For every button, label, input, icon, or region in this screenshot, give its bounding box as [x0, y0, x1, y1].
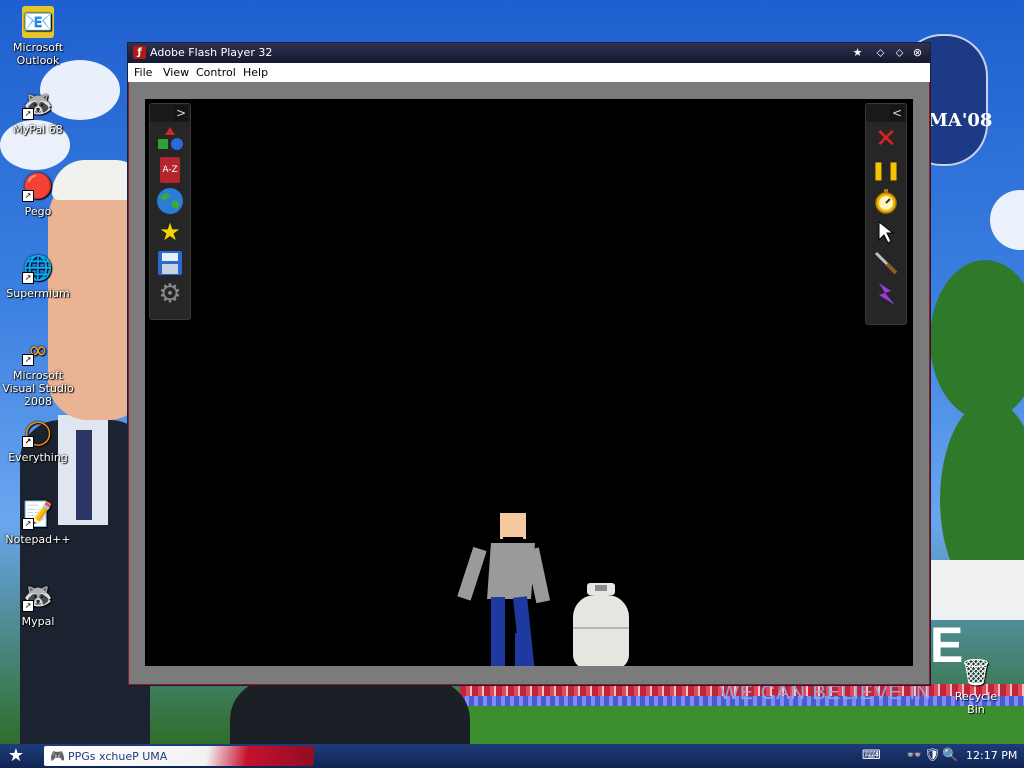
a-z-label: A-Z [160, 157, 180, 183]
menu-bar: File View Control Help [128, 63, 930, 82]
lightning-icon[interactable] [872, 280, 900, 308]
keyboard-icon[interactable]: ⌨ [862, 748, 881, 763]
raccoon-icon: 🦝 ↗ [22, 89, 53, 120]
right-toolbar-header: < [866, 104, 906, 122]
pin-button[interactable]: ★ [850, 45, 865, 60]
collapse-left-icon[interactable]: < [890, 105, 904, 121]
right-toolbar: < ✕ ❚❚ [865, 103, 907, 325]
notepadpp-icon: 📝 ↗ [22, 499, 53, 530]
ragdoll-left-leg [491, 597, 505, 666]
wallpaper-shadow [230, 680, 470, 744]
white-house [930, 560, 1024, 620]
pointer-icon[interactable] [872, 218, 900, 246]
desktop-icon-label: Notepad++ [5, 533, 71, 546]
flash-player-window: ƒ Adobe Flash Player 32 ★ ⬦ ⬦ ⊗ File Vie… [127, 42, 931, 686]
raccoon-icon: 🦝 ↗ [22, 581, 53, 612]
maximize-button[interactable]: ⬦ [892, 45, 907, 60]
desktop-icon-label: Pego [24, 205, 52, 218]
desktop-icon-label: Microsoft Visual Studio 2008 [2, 369, 74, 408]
desktop-icon-recycle-bin[interactable]: 🗑 Recycle Bin [946, 656, 1006, 716]
favorites-icon[interactable]: ★ [156, 218, 184, 246]
collapse-right-icon[interactable]: > [174, 105, 188, 121]
desktop-icon-pego[interactable]: 🔴 ↗ Pego [0, 170, 76, 218]
menu-view[interactable]: View [163, 66, 189, 79]
menu-file[interactable]: File [134, 66, 152, 79]
window-title: Adobe Flash Player 32 [150, 46, 273, 59]
delete-icon[interactable]: ✕ [872, 124, 900, 154]
taskbar: ★ 🎮 PPGs xchueP UMA ⌨ 👓 🛡 🔍 12:17 PM [0, 744, 1024, 768]
game-stage[interactable]: > A-Z ★ ⚙ < ✕ ❚❚ [145, 99, 913, 666]
ragdoll-left-arm [457, 546, 487, 601]
visual-studio-icon: ∞ ↗ [22, 334, 54, 366]
supermium-icon: 🌐 ↗ [22, 253, 53, 284]
ragdoll-figure[interactable] [457, 513, 551, 666]
tank-band [573, 627, 629, 629]
left-toolbar: > A-Z ★ ⚙ [149, 103, 191, 320]
desktop-icon-outlook[interactable]: 📧 Microsoft Outlook [0, 6, 76, 67]
propane-tank[interactable] [573, 583, 629, 666]
a-z-icon[interactable]: A-Z [156, 156, 184, 184]
desktop-icon-label: MyPal 68 [13, 123, 63, 136]
desktop-icon-visual-studio[interactable]: ∞ ↗ Microsoft Visual Studio 2008 [0, 334, 76, 409]
desktop-icon-mypal68[interactable]: 🦝 ↗ MyPal 68 [0, 88, 76, 137]
save-icon[interactable] [156, 249, 184, 277]
recycle-bin-icon: 🗑 [959, 658, 993, 688]
desktop-icon-notepadpp[interactable]: 📝 ↗ Notepad++ [0, 498, 76, 547]
search-icon[interactable]: 🔍 [942, 748, 958, 763]
glasses-icon[interactable]: 👓 [906, 748, 922, 763]
task-label: PPGs xchueP UMA [68, 750, 168, 763]
task-app-icon: 🎮 [50, 749, 65, 763]
desktop-icon-label: Recycle Bin [954, 690, 998, 716]
window-titlebar[interactable]: ƒ Adobe Flash Player 32 ★ ⬦ ⬦ ⊗ [128, 43, 930, 63]
pause-icon[interactable]: ❚❚ [871, 156, 901, 184]
cloud [990, 190, 1024, 250]
flash-app-icon: ƒ [133, 46, 146, 59]
menu-help[interactable]: Help [243, 66, 268, 79]
knife-icon[interactable] [872, 249, 900, 277]
pego-icon: 🔴 ↗ [22, 171, 53, 202]
taskbar-task-button[interactable]: 🎮 PPGs xchueP UMA [44, 746, 314, 766]
start-button[interactable]: ★ [4, 746, 28, 766]
timer-icon[interactable] [872, 187, 900, 215]
tree [930, 260, 1024, 420]
desktop-icon-label: Mypal [21, 615, 55, 628]
desktop-icon-everything[interactable]: ◯ ↗ Everything [0, 416, 76, 465]
desktop-icon-label: Supermium [6, 287, 70, 300]
left-toolbar-header: > [150, 104, 190, 122]
desktop-icon-mypal[interactable]: 🦝 ↗ Mypal [0, 580, 76, 629]
desktop-icon-supermium[interactable]: 🌐 ↗ Supermium [0, 252, 76, 301]
desktop-icon-label: Microsoft Outlook [12, 41, 64, 67]
clock[interactable]: 12:17 PM [966, 749, 1017, 762]
minimize-button[interactable]: ⬦ [873, 45, 888, 60]
ragdoll-right-leg-lower [515, 633, 529, 666]
shapes-icon[interactable] [156, 125, 184, 153]
world-icon[interactable] [156, 187, 184, 215]
menu-control[interactable]: Control [196, 66, 236, 79]
campaign-logo-text: MA'08 [928, 110, 993, 131]
tank-valve-inner [595, 585, 607, 591]
everything-icon: ◯ ↗ [22, 416, 54, 448]
close-button[interactable]: ⊗ [910, 45, 925, 60]
desktop-icon-label: Everything [8, 451, 68, 464]
outlook-icon: 📧 [22, 6, 54, 38]
ragdoll-head [500, 513, 526, 539]
shield-icon[interactable]: 🛡 [924, 748, 941, 763]
tank-body [573, 595, 629, 666]
gear-icon[interactable]: ⚙ [156, 279, 184, 309]
star-icon: ★ [7, 745, 25, 766]
